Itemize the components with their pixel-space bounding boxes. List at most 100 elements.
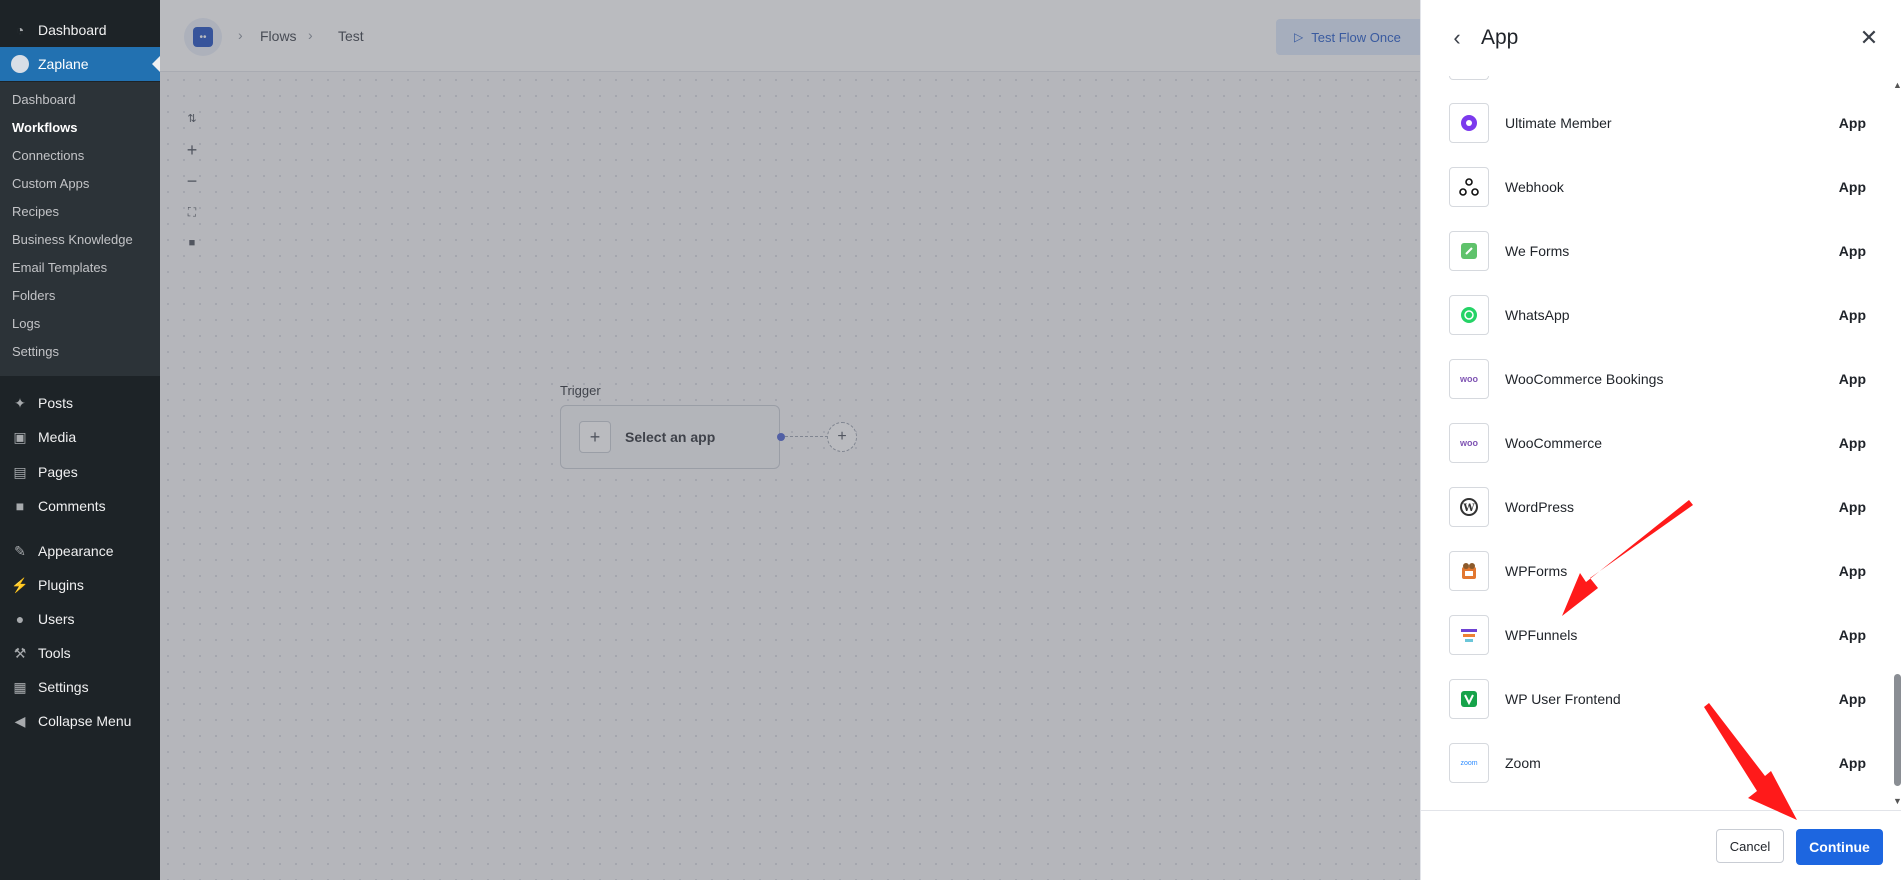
submenu-connections[interactable]: Connections [12, 148, 84, 163]
submenu-folders[interactable]: Folders [12, 288, 55, 303]
modal-backdrop[interactable] [160, 0, 1420, 880]
menu-users[interactable]: ● Users [0, 602, 160, 636]
list-item[interactable]: Ultimate Member App [1449, 91, 1869, 155]
menu-media[interactable]: ▣ Media [0, 420, 160, 454]
menu-settings[interactable]: ▦ Settings [0, 670, 160, 704]
drawer-title: App [1481, 26, 1519, 49]
wrench-icon: ⚒ [13, 644, 27, 661]
list-item[interactable]: zoom Zoom App [1449, 731, 1869, 795]
menu-tools[interactable]: ⚒ Tools [0, 636, 160, 670]
zaplane-submenu: Dashboard Workflows Connections Custom A… [0, 82, 160, 376]
app-name: WP User Frontend [1505, 691, 1621, 707]
menu-label: Tools [38, 645, 71, 661]
submenu-settings[interactable]: Settings [12, 344, 59, 359]
app-name: WPForms [1505, 563, 1568, 579]
menu-label: Comments [38, 498, 106, 514]
list-item[interactable]: WPForms App [1449, 539, 1869, 603]
app-name: WPFunnels [1505, 627, 1578, 643]
chevron-left-icon[interactable]: ‹ [1445, 25, 1469, 50]
menu-plugins[interactable]: ⚡ Plugins [0, 568, 160, 602]
list-item[interactable]: WPFunnels App [1449, 603, 1869, 667]
list-item[interactable]: W WordPress App [1449, 475, 1869, 539]
submenu-dashboard[interactable]: Dashboard [12, 92, 76, 107]
settings-icon: ▦ [13, 678, 27, 695]
scroll-thumb[interactable] [1894, 674, 1901, 786]
app-type: App [1838, 115, 1866, 131]
menu-comments[interactable]: ■ Comments [0, 489, 160, 523]
webhook-logo [1449, 167, 1489, 207]
app-picker-drawer: ‹ App ✕ Ultimate Member App Webhook App … [1420, 0, 1901, 880]
wordpress-logo: W [1449, 487, 1489, 527]
wpforms-logo [1449, 551, 1489, 591]
menu-label: Appearance [38, 543, 114, 559]
wpuf-logo [1449, 679, 1489, 719]
app-type: App [1838, 755, 1866, 771]
menu-label: Plugins [38, 577, 84, 593]
menu-collapse[interactable]: ◀ Collapse Menu [0, 704, 160, 738]
list-item[interactable]: WP User Frontend App [1449, 667, 1869, 731]
scroll-up-icon[interactable]: ▲ [1893, 80, 1901, 90]
ultimate-member-logo [1449, 103, 1489, 143]
app-name: WordPress [1505, 499, 1574, 515]
cancel-button[interactable]: Cancel [1716, 829, 1784, 863]
app-type: App [1838, 243, 1866, 259]
woo-logo: woo [1449, 423, 1489, 463]
menu-label: Dashboard [38, 22, 107, 38]
list-scrollbar[interactable]: ▲ ▼ [1893, 76, 1901, 810]
app-name: Ultimate Member [1505, 115, 1612, 131]
app-name: WooCommerce Bookings [1505, 371, 1664, 387]
collapse-icon: ◀ [14, 712, 26, 729]
close-icon[interactable]: ✕ [1857, 25, 1881, 50]
list-item[interactable]: We Forms App [1449, 219, 1869, 283]
wpfunnels-logo [1449, 615, 1489, 655]
menu-zaplane[interactable]: Zaplane [0, 47, 160, 81]
menu-label: Zaplane [38, 56, 89, 72]
woo-logo: woo [1449, 359, 1489, 399]
drawer-footer: Cancel Continue [1421, 810, 1901, 880]
menu-label: Settings [38, 679, 89, 695]
pages-icon: ▤ [13, 463, 27, 480]
app-type: App [1838, 691, 1866, 707]
menu-posts[interactable]: ✦ Posts [0, 386, 160, 420]
app-name: Webhook [1505, 179, 1564, 195]
comment-icon: ■ [15, 498, 25, 514]
list-item[interactable]: woo WooCommerce Bookings App [1449, 347, 1869, 411]
scroll-down-icon[interactable]: ▼ [1893, 796, 1901, 806]
pin-icon: ✦ [14, 394, 26, 411]
svg-text:W: W [1462, 503, 1475, 514]
list-item[interactable]: woo WooCommerce App [1449, 411, 1869, 475]
brush-icon: ✎ [14, 542, 26, 559]
app-type: App [1838, 179, 1866, 195]
app-type: App [1838, 307, 1866, 323]
app-type: App [1838, 499, 1866, 515]
plugin-icon: ⚡ [11, 576, 29, 593]
app-name: We Forms [1505, 243, 1570, 259]
menu-pages[interactable]: ▤ Pages [0, 455, 160, 489]
submenu-custom-apps[interactable]: Custom Apps [12, 176, 89, 191]
app-type: App [1838, 563, 1866, 579]
app-type: App [1838, 371, 1866, 387]
weforms-logo [1449, 231, 1489, 271]
submenu-recipes[interactable]: Recipes [12, 204, 59, 219]
app-type: App [1838, 435, 1866, 451]
menu-appearance[interactable]: ✎ Appearance [0, 534, 160, 568]
submenu-email-templates[interactable]: Email Templates [12, 260, 107, 275]
whatsapp-logo [1449, 295, 1489, 335]
submenu-workflows[interactable]: Workflows [12, 120, 78, 135]
menu-label: Media [38, 429, 77, 445]
app-list[interactable]: Ultimate Member App Webhook App We Forms… [1421, 76, 1891, 810]
menu-label: Posts [38, 395, 74, 411]
app-type: App [1838, 627, 1866, 643]
zaplane-icon [10, 54, 30, 74]
zoom-logo: zoom [1449, 743, 1489, 783]
submenu-logs[interactable]: Logs [12, 316, 40, 331]
submenu-business-knowledge[interactable]: Business Knowledge [12, 232, 133, 247]
wp-admin-sidebar: ◔ Dashboard Zaplane Dashboard Workflows … [0, 0, 160, 880]
continue-button[interactable]: Continue [1796, 829, 1883, 865]
list-item-partial [1449, 76, 1489, 80]
media-icon: ▣ [13, 428, 27, 445]
list-item[interactable]: Webhook App [1449, 155, 1869, 219]
app-name: WhatsApp [1505, 307, 1570, 323]
menu-dashboard[interactable]: ◔ Dashboard [0, 13, 160, 47]
list-item[interactable]: WhatsApp App [1449, 283, 1869, 347]
